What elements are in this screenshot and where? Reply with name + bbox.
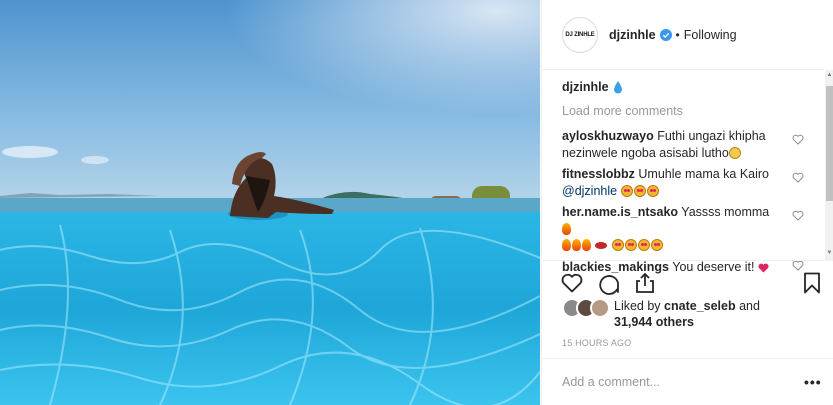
comment-mention[interactable]: @djzinhle [562,184,617,198]
author-username[interactable]: djzinhle [609,28,656,42]
comments-list: djzinhle Load more comments ayloskhuzway… [562,78,827,275]
post-action-bar [542,260,833,300]
load-more-comments[interactable]: Load more comments [562,104,827,122]
fire-emoji-icon [562,222,571,235]
likes-joiner: and [739,299,760,313]
comment-item: her.name.is_ntsako Yassss momma [562,204,804,254]
comment-like-heart-icon[interactable] [792,172,804,183]
water-drop-emoji-icon [613,80,622,93]
likes-count[interactable]: 31,944 others [614,315,694,329]
comment-text: Yassss momma [681,205,770,219]
post-timestamp[interactable]: 15 HOURS AGO [562,338,631,348]
heart-eyes-emoji-icon [611,239,624,251]
comment-username[interactable]: fitnesslobbz [562,167,635,181]
fire-emoji-icon [582,239,591,251]
heart-eyes-emoji-icon [650,239,663,251]
comment-like-heart-icon[interactable] [792,134,804,145]
scrollbar-thumb[interactable] [826,86,833,201]
more-options-icon[interactable]: ••• [804,374,822,390]
fire-emoji-icon [572,239,581,251]
fire-emoji-icon [562,239,571,251]
scroll-down-arrow[interactable]: ▼ [826,250,833,257]
post-header: DJ ZINHLE djzinhle • Following [542,0,824,70]
caption: djzinhle [562,78,827,96]
comment-like-heart-icon[interactable] [792,210,804,221]
heart-eyes-emoji-icon [620,184,633,197]
likes-text: Liked by cnate_seleb and 31,944 others [614,298,760,330]
liker-avatar [590,298,610,318]
liker-avatars[interactable] [562,298,610,320]
heart-eyes-emoji-icon [637,239,650,251]
bookmark-icon[interactable] [800,271,824,295]
heart-eyes-emoji-icon [646,184,659,197]
add-comment-bar: ••• [542,358,833,405]
comment-icon[interactable] [597,271,621,295]
comment-item: ayloskhuzwayo Futhi ungazi khipha nezinw… [562,128,804,161]
comment-text: Umuhle mama ka Kairo [638,167,770,181]
grinning-emoji-icon [728,146,741,159]
comment-username[interactable]: ayloskhuzwayo [562,129,654,143]
heart-eyes-emoji-icon [624,239,637,251]
likes-prefix: Liked by [614,299,661,313]
scroll-up-arrow[interactable]: ▲ [826,72,833,79]
liked-by-username[interactable]: cnate_seleb [664,299,736,313]
author-avatar[interactable]: DJ ZINHLE [562,16,598,53]
comment-item: fitnesslobbz Umuhle mama ka Kairo @djzin… [562,166,804,199]
caption-username[interactable]: djzinhle [562,80,609,94]
following-button[interactable]: Following [684,28,737,42]
heart-icon[interactable] [560,271,584,295]
post-side-panel: DJ ZINHLE djzinhle • Following ▲ ▼ djzin… [541,0,833,405]
comment-input[interactable] [562,373,782,391]
post-photo[interactable] [0,0,540,405]
header-separator: • [675,27,680,42]
likes-summary: Liked by cnate_seleb and 31,944 others [562,298,760,330]
heart-eyes-emoji-icon [633,184,646,197]
lips-emoji-icon [595,242,608,249]
comment-username[interactable]: her.name.is_ntsako [562,205,678,219]
avatar-logo-text: DJ ZINHLE [565,31,595,38]
share-icon[interactable] [633,271,657,295]
verified-badge-icon [659,28,672,41]
